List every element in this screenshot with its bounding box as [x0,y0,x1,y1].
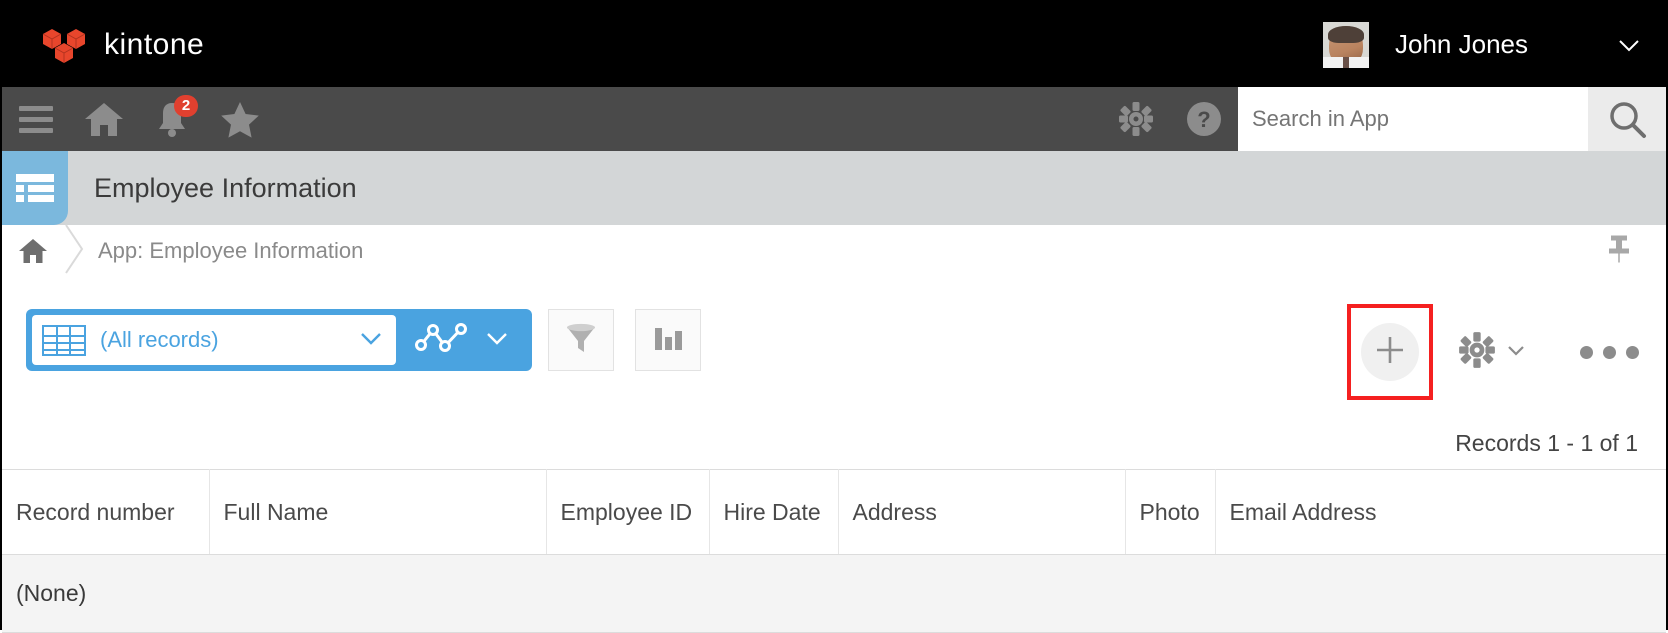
pushpin-icon[interactable] [1606,234,1632,269]
user-name: John Jones [1395,29,1528,59]
view-selector[interactable]: (All records) [26,309,532,371]
app-navbar: 2 ? Search in App [2,87,1666,151]
table-grid-icon [42,324,86,356]
app-title-bar: Employee Information [2,151,1666,225]
search-input[interactable] [1252,106,1588,132]
hamburger-menu-icon[interactable] [2,87,70,151]
gear-icon [1457,330,1497,375]
app-list-icon [2,151,68,225]
app-settings-button[interactable] [1457,330,1527,375]
column-header-photo[interactable]: Photo [1125,469,1216,555]
toolbar-right-actions [1347,304,1644,400]
user-menu[interactable]: John Jones [1323,2,1666,87]
bar-chart-icon [650,320,686,361]
funnel-filter-icon [562,319,600,362]
add-record-button[interactable] [1361,323,1419,381]
star-icon[interactable] [206,87,274,151]
kintone-app-page: kintone John Jones 2 ? Search in App Emp… [2,2,1666,633]
avatar [1323,21,1370,68]
plus-icon [1373,333,1407,372]
notification-badge: 2 [174,95,198,117]
empty-records-cell: (None) [2,554,1666,633]
breadcrumb: App: Employee Information [2,223,1666,280]
table-row[interactable]: (None) [2,554,1666,633]
chevron-down-icon[interactable] [1614,30,1644,60]
page-title: Employee Information [94,172,357,203]
column-header-employee-id[interactable]: Employee ID [546,469,710,555]
chevron-right-icon [60,223,86,280]
chevron-down-icon[interactable] [356,328,386,353]
records-toolbar: (All records) [2,282,1666,400]
kintone-logo-icon [40,25,88,65]
ellipsis-icon [1626,345,1639,359]
line-graph-icon [414,318,468,363]
kintone-logo[interactable]: kintone [40,25,204,65]
records-table: Record number Full Name Employee ID Hire… [2,469,1666,633]
column-header-address[interactable]: Address [838,469,1126,555]
column-header-full-name[interactable]: Full Name [209,469,547,555]
record-count-text: Records 1 - 1 of 1 [1455,430,1638,456]
view-selector-field[interactable]: (All records) [32,315,396,365]
home-icon[interactable] [70,87,138,151]
column-header-email-address[interactable]: Email Address [1215,469,1666,555]
table-header-row: Record number Full Name Employee ID Hire… [2,469,1666,555]
ellipsis-icon [1580,345,1593,359]
column-header-record-number[interactable]: Record number [2,469,210,555]
navbar-right-tools: ? [1102,87,1666,151]
kintone-logo-text: kintone [104,27,205,61]
chevron-down-icon[interactable] [1505,342,1527,363]
search-button[interactable] [1588,87,1666,151]
add-record-highlight [1347,304,1433,400]
home-icon[interactable] [18,237,48,265]
search-in-app-container[interactable] [1238,87,1588,151]
more-options-button[interactable] [1575,345,1644,359]
ellipsis-icon [1603,345,1616,359]
bell-icon[interactable]: 2 [138,87,206,151]
filter-button[interactable] [548,309,614,371]
svg-text:?: ? [1197,107,1210,132]
question-mark-icon[interactable]: ? [1170,87,1238,151]
global-header: kintone John Jones [2,2,1666,87]
column-header-hire-date[interactable]: Hire Date [709,469,839,555]
chart-view-toggle[interactable] [396,318,526,363]
chevron-down-icon[interactable] [482,328,512,353]
view-selector-label: (All records) [100,327,219,352]
gear-icon[interactable] [1102,87,1170,151]
chart-button[interactable] [635,309,701,371]
breadcrumb-path[interactable]: App: Employee Information [98,238,363,264]
